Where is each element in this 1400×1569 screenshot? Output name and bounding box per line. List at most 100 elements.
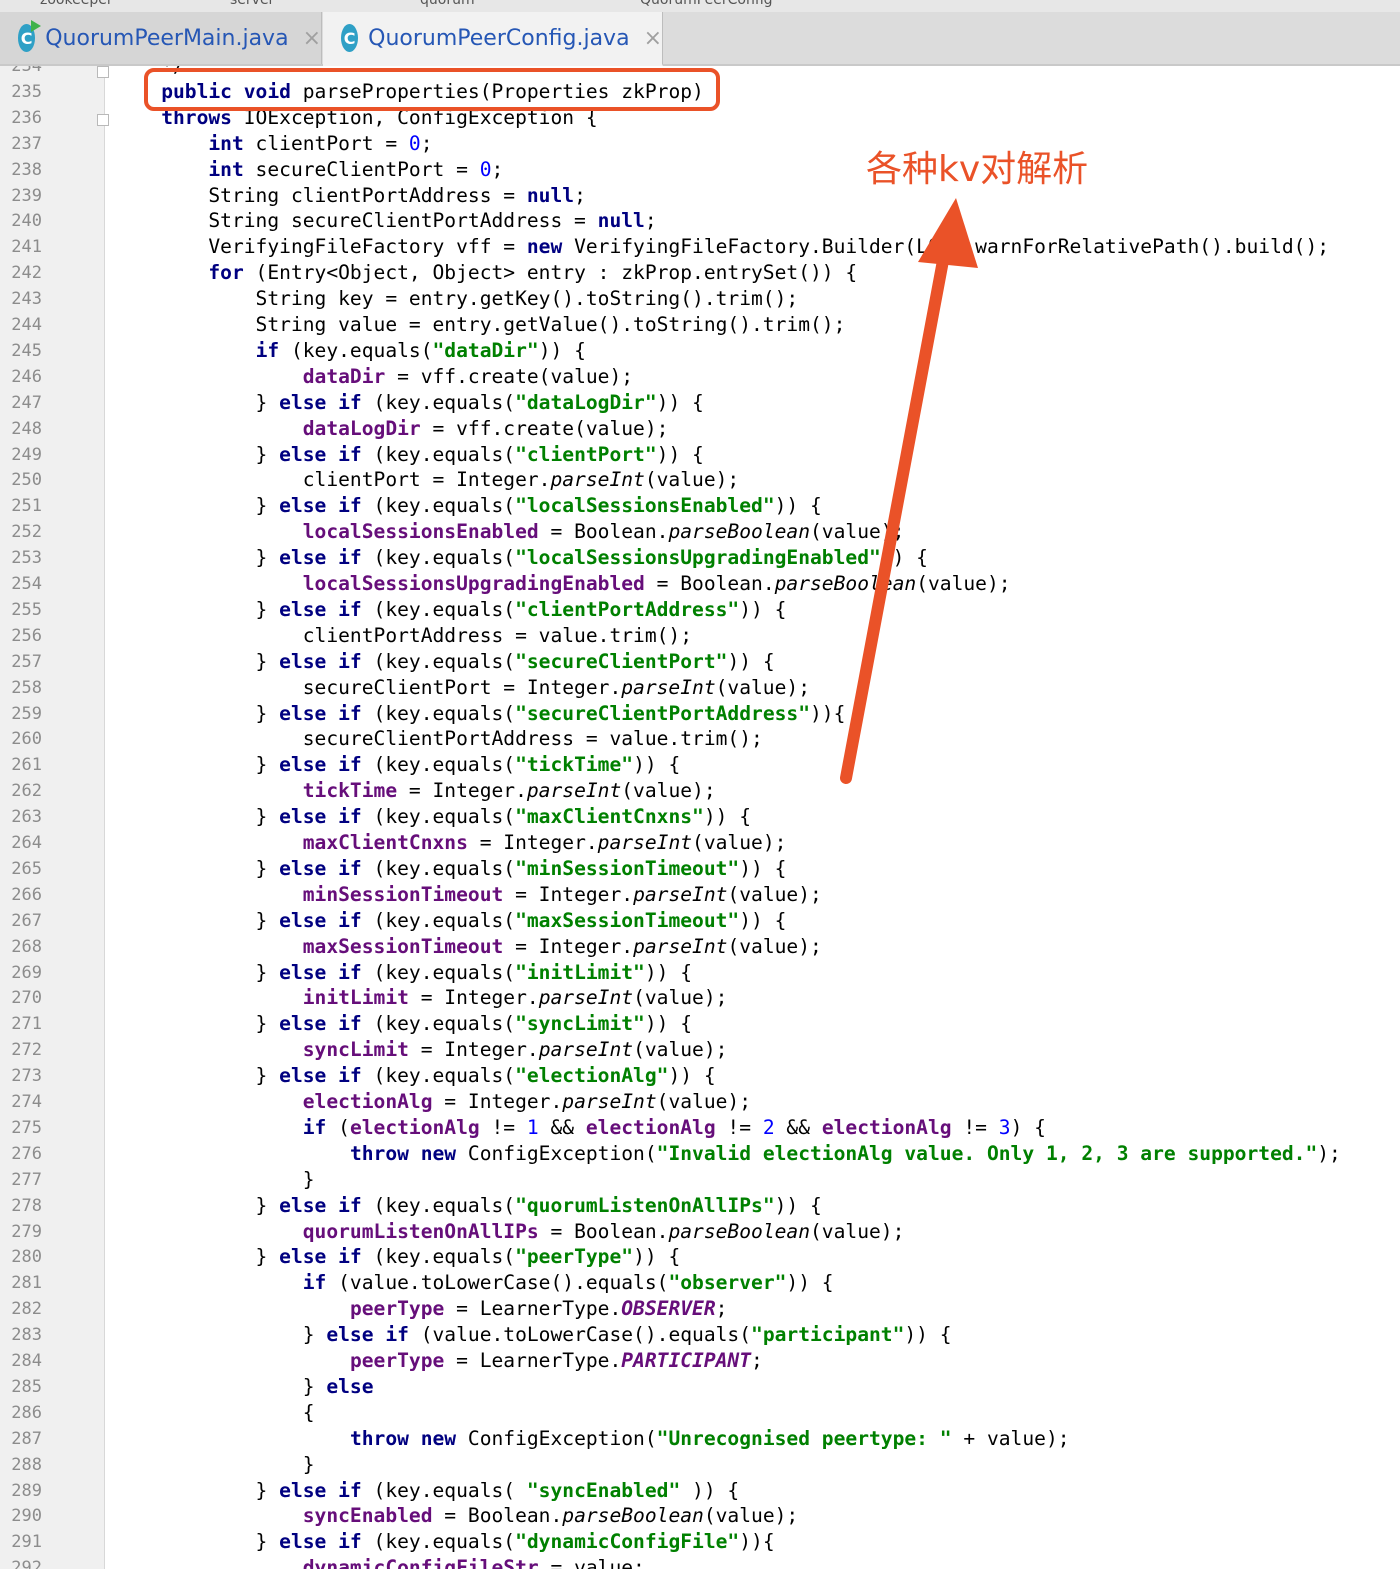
code-text: { (114, 1400, 315, 1424)
code-line[interactable]: 266 minSessionTimeout = Integer.parseInt… (0, 882, 1400, 908)
code-line[interactable]: 271 } else if (key.equals("syncLimit")) … (0, 1011, 1400, 1037)
code-line[interactable]: 269 } else if (key.equals("initLimit")) … (0, 960, 1400, 986)
code-line[interactable]: 248 dataLogDir = vff.create(value); (0, 416, 1400, 442)
code-text: maxSessionTimeout = Integer.parseInt(val… (302, 934, 822, 958)
code-line[interactable]: 240 String secureClientPortAddress = nul… (0, 208, 1400, 234)
code-line[interactable]: 265 } else if (key.equals("minSessionTim… (0, 856, 1400, 882)
code-line[interactable]: 276 throw new ConfigException("Invalid e… (0, 1141, 1400, 1167)
code-line[interactable]: 254 localSessionsUpgradingEnabled = Bool… (0, 571, 1400, 597)
line-number: 251 (11, 496, 42, 517)
code-line[interactable]: 292 dynamicConfigFileStr = value; (0, 1555, 1400, 1569)
code-line[interactable]: 261 } else if (key.equals("tickTime")) { (0, 752, 1400, 778)
code-text: clientPortAddress = value.trim(); (114, 623, 693, 647)
code-line[interactable]: 263 } else if (key.equals("maxClientCnxn… (0, 804, 1400, 830)
code-line[interactable]: 259 } else if (key.equals("secureClientP… (0, 701, 1400, 727)
code-line[interactable]: 241 VerifyingFileFactory vff = new Verif… (0, 234, 1400, 260)
close-icon[interactable]: × (303, 26, 321, 51)
code-text: maxClientCnxns = Integer.parseInt(value)… (302, 831, 787, 854)
line-number: 262 (11, 781, 42, 802)
code-line[interactable]: 284 peerType = LearnerType.PARTICIPANT; (0, 1348, 1400, 1374)
line-number: 285 (11, 1376, 42, 1397)
code-text: } else (114, 1374, 374, 1398)
code-text: } else if (key.equals("clientPortAddress… (114, 597, 787, 621)
code-line[interactable]: 252 localSessionsEnabled = Boolean.parse… (0, 519, 1400, 545)
code-line[interactable]: 251 } else if (key.equals("localSessions… (0, 493, 1400, 519)
code-line[interactable]: 275 if (electionAlg != 1 && electionAlg … (0, 1115, 1400, 1141)
code-line[interactable]: 250 clientPort = Integer.parseInt(value)… (0, 467, 1400, 493)
tab-quorum-peer-config[interactable]: C QuorumPeerConfig.java × (323, 12, 663, 66)
line-number: 267 (11, 910, 42, 931)
code-line[interactable]: 246 dataDir = vff.create(value); (0, 364, 1400, 390)
line-number: 292 (11, 1558, 42, 1569)
code-line[interactable]: 264 maxClientCnxns = Integer.parseInt(va… (0, 830, 1400, 856)
line-number: 247 (11, 392, 42, 413)
code-line[interactable]: 290 syncEnabled = Boolean.parseBoolean(v… (0, 1503, 1400, 1529)
code-text: } else if (key.equals("dynamicConfigFile… (114, 1530, 775, 1554)
line-number: 239 (11, 185, 42, 206)
code-line[interactable]: 262 tickTime = Integer.parseInt(value); (0, 778, 1400, 804)
code-text: String key = entry.getKey().toString().t… (114, 287, 799, 311)
code-text: String clientPortAddress = null; (114, 183, 586, 207)
code-line[interactable]: 247 } else if (key.equals("dataLogDir"))… (0, 390, 1400, 416)
code-text: String value = entry.getValue().toString… (114, 313, 846, 336)
code-line[interactable]: 243 String key = entry.getKey().toString… (0, 286, 1400, 312)
code-line[interactable]: 289 } else if (key.equals( "syncEnabled"… (0, 1478, 1400, 1504)
line-number: 243 (11, 289, 42, 310)
code-line[interactable]: 239 String clientPortAddress = null; (0, 183, 1400, 209)
code-line[interactable]: 277 } (0, 1167, 1400, 1193)
code-line[interactable]: 274 electionAlg = Integer.parseInt(value… (0, 1089, 1400, 1115)
code-line[interactable]: 291 } else if (key.equals("dynamicConfig… (0, 1529, 1400, 1555)
code-line[interactable]: 242 for (Entry<Object, Object> entry : z… (0, 260, 1400, 286)
code-text: localSessionsUpgradingEnabled = Boolean.… (302, 572, 1011, 595)
breadcrumb-item[interactable]: zookeeper (40, 0, 113, 8)
code-line[interactable]: 287 throw new ConfigException("Unrecogni… (0, 1426, 1400, 1452)
close-icon[interactable]: × (644, 26, 662, 51)
code-line[interactable]: 268 maxSessionTimeout = Integer.parseInt… (0, 934, 1400, 960)
code-line[interactable]: 286 { (0, 1400, 1400, 1426)
line-number: 244 (11, 315, 42, 335)
code-line[interactable]: 267 } else if (key.equals("maxSessionTim… (0, 908, 1400, 934)
code-line[interactable]: 244 String value = entry.getValue().toSt… (0, 312, 1400, 338)
line-number: 270 (11, 988, 42, 1009)
tab-quorum-peer-main[interactable]: C QuorumPeerMain.java × (0, 12, 322, 64)
code-line[interactable]: 260 secureClientPortAddress = value.trim… (0, 726, 1400, 752)
code-line[interactable]: 258 secureClientPort = Integer.parseInt(… (0, 675, 1400, 701)
code-text: if (electionAlg != 1 && electionAlg != 2… (302, 1115, 1046, 1139)
code-text: initLimit = Integer.parseInt(value); (302, 986, 728, 1010)
breadcrumb-item[interactable]: quorum (420, 0, 475, 8)
code-line[interactable]: 278 } else if (key.equals("quorumListenO… (0, 1193, 1400, 1219)
code-editor[interactable]: 234 */235 public void parseProperties(Pr… (0, 66, 1400, 1569)
code-line[interactable]: 282 peerType = LearnerType.OBSERVER; (0, 1296, 1400, 1322)
line-number: 259 (11, 703, 42, 724)
code-text: } else if (key.equals("localSessionsUpgr… (114, 546, 928, 570)
code-line[interactable]: 281 if (value.toLowerCase().equals("obse… (0, 1270, 1400, 1296)
code-line[interactable]: 283 } else if (value.toLowerCase().equal… (0, 1322, 1400, 1348)
code-text: } else if (key.equals("clientPort")) { (114, 442, 704, 466)
code-line[interactable]: 285 } else (0, 1374, 1400, 1400)
code-text: if (value.toLowerCase().equals("observer… (302, 1271, 834, 1295)
code-text: secureClientPort = Integer.parseInt(valu… (114, 675, 810, 699)
line-number: 252 (11, 522, 42, 543)
breadcrumb-item[interactable]: QuorumPeerConfig (640, 0, 773, 8)
code-line[interactable]: 272 syncLimit = Integer.parseInt(value); (0, 1037, 1400, 1063)
code-line[interactable]: 279 quorumListenOnAllIPs = Boolean.parse… (0, 1219, 1400, 1245)
code-line[interactable]: 257 } else if (key.equals("secureClientP… (0, 649, 1400, 675)
breadcrumb-item[interactable]: server (230, 0, 274, 8)
code-line[interactable]: 245 if (key.equals("dataDir")) { (0, 338, 1400, 364)
code-line[interactable]: 270 initLimit = Integer.parseInt(value); (0, 985, 1400, 1011)
code-line[interactable]: 253 } else if (key.equals("localSessions… (0, 545, 1400, 571)
code-line[interactable]: 238 int secureClientPort = 0; (0, 157, 1400, 183)
code-line[interactable]: 273 } else if (key.equals("electionAlg")… (0, 1063, 1400, 1089)
line-number: 242 (11, 263, 42, 284)
code-line[interactable]: 280 } else if (key.equals("peerType")) { (0, 1244, 1400, 1270)
code-text: } else if (key.equals("syncLimit")) { (114, 1012, 693, 1036)
line-number: 286 (11, 1402, 42, 1423)
line-number: 284 (11, 1351, 42, 1371)
code-line[interactable]: 237 int clientPort = 0; (0, 131, 1400, 157)
code-line[interactable]: 288 } (0, 1452, 1400, 1478)
code-text: throw new ConfigException("Invalid elect… (349, 1141, 1341, 1165)
code-line[interactable]: 256 clientPortAddress = value.trim(); (0, 623, 1400, 649)
line-number: 282 (11, 1299, 42, 1320)
code-line[interactable]: 249 } else if (key.equals("clientPort"))… (0, 442, 1400, 468)
code-line[interactable]: 255 } else if (key.equals("clientPortAdd… (0, 597, 1400, 623)
